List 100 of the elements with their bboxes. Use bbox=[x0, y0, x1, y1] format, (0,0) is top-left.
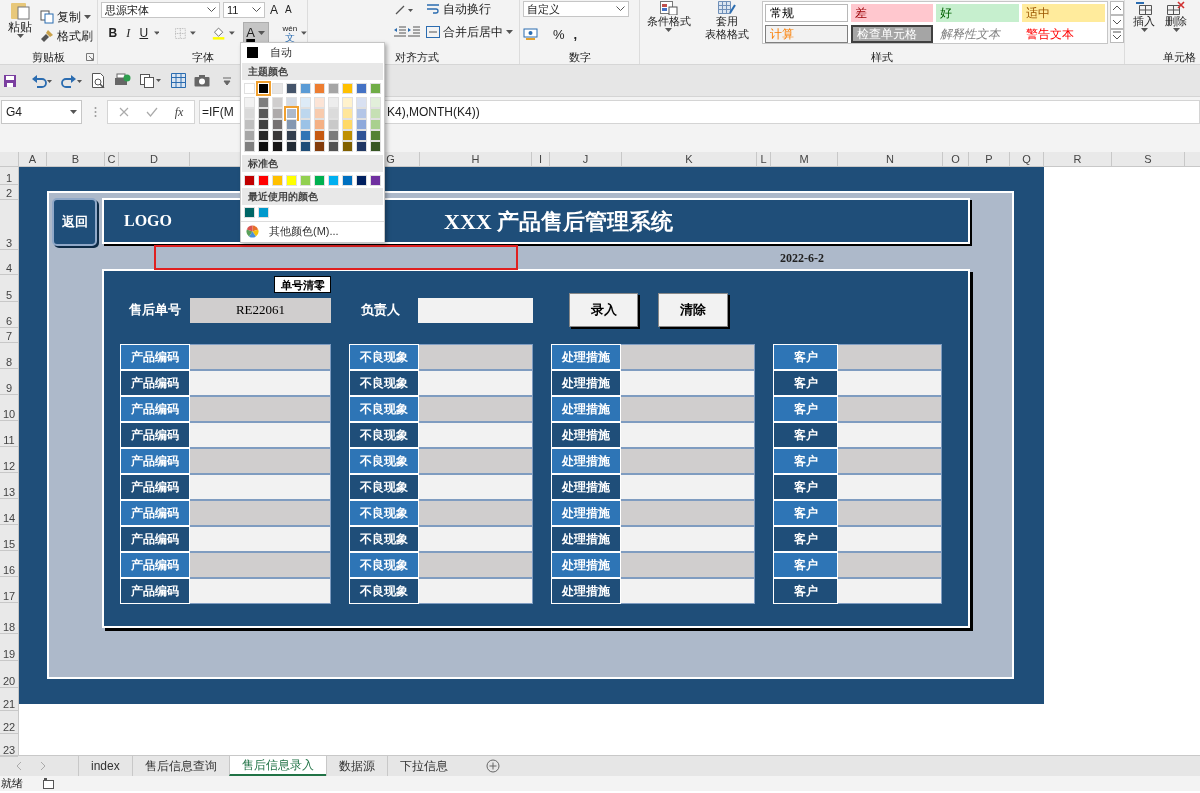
more-colors-item[interactable]: 其他颜色(M)... bbox=[241, 222, 384, 240]
more-icon[interactable] bbox=[1110, 29, 1124, 43]
color-swatch[interactable] bbox=[286, 130, 297, 141]
color-swatch[interactable] bbox=[258, 108, 269, 119]
shrink-font-button[interactable]: A bbox=[283, 2, 294, 17]
cell-style-item[interactable]: 好 bbox=[936, 4, 1020, 22]
color-swatch[interactable] bbox=[342, 83, 353, 94]
row-header[interactable]: 13 bbox=[0, 473, 18, 499]
color-swatch[interactable] bbox=[370, 119, 381, 130]
currency-icon[interactable] bbox=[523, 28, 539, 42]
color-swatch[interactable] bbox=[342, 141, 353, 152]
color-swatch[interactable] bbox=[244, 83, 255, 94]
input-field[interactable] bbox=[190, 448, 331, 474]
name-box[interactable]: G4 bbox=[1, 100, 82, 124]
color-swatch[interactable] bbox=[300, 119, 311, 130]
color-swatch[interactable] bbox=[258, 130, 269, 141]
color-swatch[interactable] bbox=[244, 141, 255, 152]
color-swatch[interactable] bbox=[300, 97, 311, 108]
color-swatch[interactable] bbox=[328, 130, 339, 141]
cell-style-item[interactable]: 警告文本 bbox=[1022, 25, 1105, 43]
color-swatch[interactable] bbox=[244, 108, 255, 119]
color-swatch[interactable] bbox=[272, 141, 283, 152]
color-swatch[interactable] bbox=[370, 83, 381, 94]
bold-button[interactable]: B bbox=[107, 24, 119, 42]
color-swatch[interactable] bbox=[328, 141, 339, 152]
input-field[interactable] bbox=[190, 344, 331, 370]
row-header[interactable]: 4 bbox=[0, 250, 18, 275]
color-swatch[interactable] bbox=[342, 119, 353, 130]
color-swatch[interactable] bbox=[342, 108, 353, 119]
input-field[interactable] bbox=[190, 422, 331, 448]
color-swatch[interactable] bbox=[370, 175, 381, 186]
column-header[interactable]: S bbox=[1112, 152, 1185, 166]
input-field[interactable] bbox=[190, 500, 331, 526]
input-field[interactable] bbox=[419, 344, 533, 370]
copy-pages-icon[interactable] bbox=[139, 73, 163, 88]
input-field[interactable] bbox=[419, 474, 533, 500]
copy-button[interactable]: 复制 bbox=[40, 9, 93, 25]
color-swatch[interactable] bbox=[300, 130, 311, 141]
color-swatch[interactable] bbox=[342, 97, 353, 108]
input-field[interactable] bbox=[838, 448, 942, 474]
phonetic-button[interactable]: wén 文 bbox=[282, 24, 298, 42]
column-header[interactable]: C bbox=[105, 152, 119, 166]
input-field[interactable] bbox=[621, 500, 755, 526]
cancel-icon[interactable] bbox=[118, 107, 129, 117]
column-header[interactable]: M bbox=[771, 152, 838, 166]
dialog-launcher-icon[interactable] bbox=[86, 53, 94, 61]
undo-icon[interactable] bbox=[31, 73, 53, 88]
input-field[interactable] bbox=[419, 578, 533, 604]
italic-button[interactable]: I bbox=[122, 24, 135, 42]
input-field[interactable] bbox=[621, 448, 755, 474]
color-swatch[interactable] bbox=[258, 119, 269, 130]
color-swatch[interactable] bbox=[244, 175, 255, 186]
color-swatch[interactable] bbox=[328, 83, 339, 94]
clear-number-button[interactable]: 单号清零 bbox=[274, 276, 331, 293]
row-header[interactable]: 18 bbox=[0, 603, 18, 634]
row-header[interactable]: 1 bbox=[0, 167, 18, 185]
color-swatch[interactable] bbox=[342, 130, 353, 141]
input-field[interactable] bbox=[838, 552, 942, 578]
color-swatch[interactable] bbox=[258, 175, 269, 186]
previous-sheet-icon[interactable] bbox=[16, 762, 22, 770]
color-swatch[interactable] bbox=[300, 141, 311, 152]
column-header[interactable]: H bbox=[420, 152, 532, 166]
color-swatch[interactable] bbox=[258, 141, 269, 152]
column-header[interactable]: O bbox=[943, 152, 969, 166]
input-field[interactable] bbox=[419, 500, 533, 526]
color-swatch[interactable] bbox=[244, 207, 255, 218]
insert-button[interactable]: 插入 bbox=[1133, 1, 1155, 49]
row-header[interactable]: 21 bbox=[0, 688, 18, 711]
back-button[interactable]: 返回 bbox=[52, 198, 97, 246]
input-field[interactable] bbox=[838, 474, 942, 500]
color-swatch[interactable] bbox=[356, 83, 367, 94]
input-field[interactable] bbox=[190, 526, 331, 552]
input-field[interactable] bbox=[838, 396, 942, 422]
print-preview-icon[interactable] bbox=[91, 73, 106, 88]
number-format-field[interactable]: 自定义 bbox=[523, 1, 629, 17]
color-swatch[interactable] bbox=[286, 175, 297, 186]
insert-function-button[interactable]: fx bbox=[174, 103, 184, 121]
input-field[interactable] bbox=[190, 474, 331, 500]
row-header[interactable]: 22 bbox=[0, 711, 18, 734]
column-header[interactable]: D bbox=[119, 152, 190, 166]
color-swatch[interactable] bbox=[272, 97, 283, 108]
row-header[interactable]: 9 bbox=[0, 369, 18, 395]
color-swatch[interactable] bbox=[272, 108, 283, 119]
input-field[interactable] bbox=[190, 396, 331, 422]
row-header[interactable]: 8 bbox=[0, 343, 18, 369]
color-swatch[interactable] bbox=[314, 97, 325, 108]
color-swatch[interactable] bbox=[356, 108, 367, 119]
submit-button[interactable]: 录入 bbox=[569, 293, 638, 327]
row-header[interactable]: 7 bbox=[0, 328, 18, 343]
input-field[interactable] bbox=[838, 578, 942, 604]
input-field[interactable] bbox=[621, 422, 755, 448]
color-swatch[interactable] bbox=[356, 119, 367, 130]
scroll-down-icon[interactable] bbox=[1110, 15, 1124, 29]
color-swatch[interactable] bbox=[286, 119, 297, 130]
color-swatch[interactable] bbox=[272, 175, 283, 186]
decrease-indent-icon[interactable] bbox=[394, 26, 406, 37]
color-swatch[interactable] bbox=[356, 130, 367, 141]
percent-button[interactable]: % bbox=[553, 25, 565, 45]
color-swatch[interactable] bbox=[328, 97, 339, 108]
redo-icon[interactable] bbox=[61, 73, 83, 88]
